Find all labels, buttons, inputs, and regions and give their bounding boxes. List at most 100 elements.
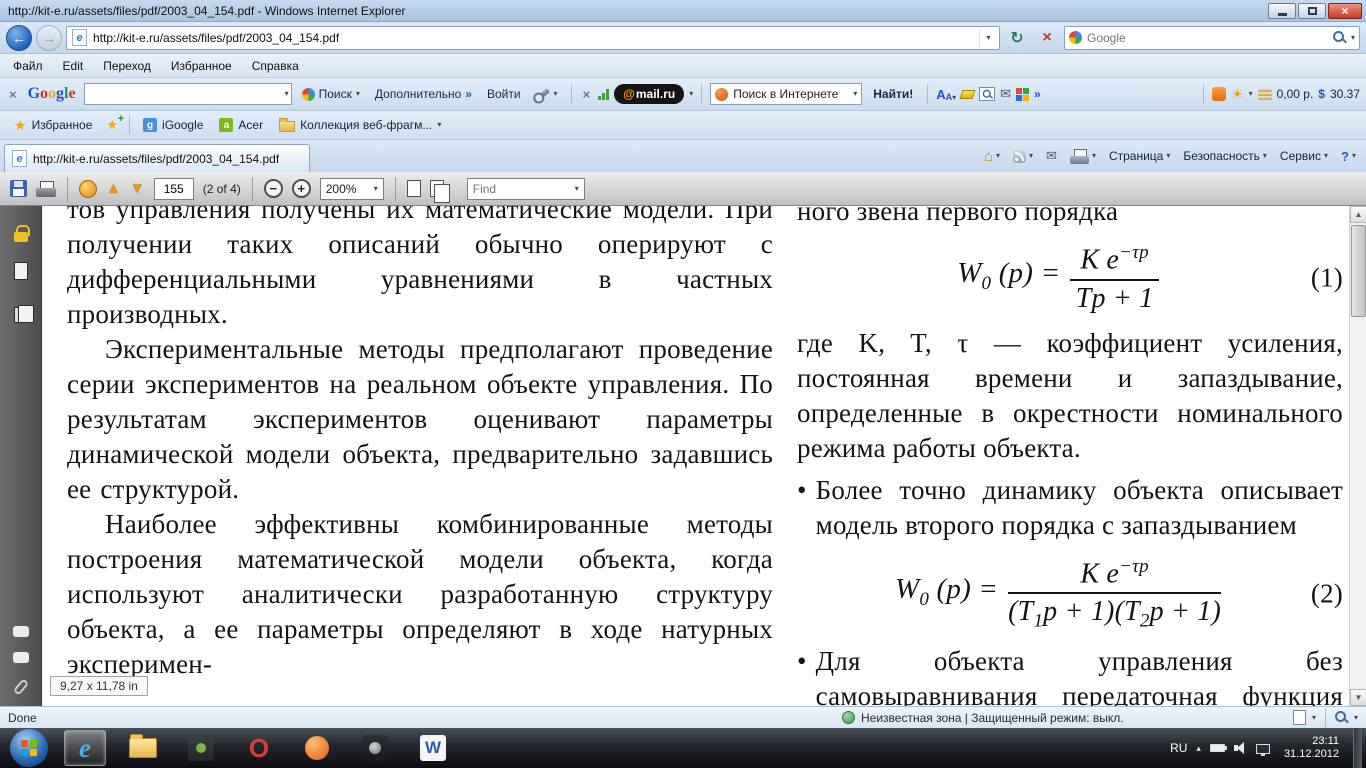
compatibility-view-icon[interactable] (1292, 710, 1306, 725)
chevron-down-icon[interactable]: ▾ (575, 184, 579, 193)
pages-panel-button[interactable] (8, 258, 34, 284)
security-panel-button[interactable] (8, 220, 34, 246)
signal-bars-icon[interactable] (598, 88, 610, 100)
websearch-combo[interactable]: Поиск в Интернете ▾ (710, 83, 863, 105)
continuous-view-icon[interactable] (429, 180, 450, 203)
envelope-icon[interactable]: ✉ (1000, 86, 1011, 102)
adobe-collab-icon[interactable] (79, 179, 97, 198)
search-input[interactable] (1087, 30, 1328, 45)
palette-icon[interactable] (1016, 87, 1030, 101)
read-mail-button[interactable]: ✉ (1040, 145, 1063, 167)
attachments-panel-button[interactable] (8, 674, 34, 700)
vertical-scrollbar[interactable]: ▲ ▼ (1349, 206, 1366, 706)
toolbar-overflow-icon[interactable]: » (1034, 87, 1041, 101)
print-pdf-button[interactable] (36, 180, 56, 197)
favorites-button[interactable]: ★ Избранное (8, 115, 98, 135)
orange-app-icon[interactable] (1212, 87, 1226, 101)
menu-go[interactable]: Переход (94, 56, 160, 76)
exchange-rate-value[interactable]: 30.37 (1330, 87, 1360, 101)
show-desktop-button[interactable] (1353, 728, 1362, 768)
close-panel-icon[interactable]: × (580, 87, 594, 102)
stop-button[interactable]: × (1034, 26, 1060, 50)
back-button[interactable]: ← (6, 24, 32, 51)
taskbar-clock[interactable]: 23:11 31.12.2012 (1279, 735, 1344, 761)
taskbar-explorer[interactable] (122, 730, 164, 766)
google-search-field[interactable]: ▾ (83, 83, 292, 105)
previous-page-button[interactable]: ▲ (106, 181, 121, 196)
refresh-button[interactable]: ↻ (1004, 26, 1030, 50)
zoom-out-button[interactable]: − (263, 179, 283, 198)
font-size-button[interactable]: A A ▾ (936, 87, 956, 102)
find-box[interactable]: ▾ (466, 177, 585, 200)
menu-file[interactable]: Файл (4, 56, 52, 76)
google-more-button[interactable]: Дополнительно » (370, 85, 477, 103)
balance-value[interactable]: 0,00 р. (1277, 87, 1314, 101)
hidden-icons-button[interactable]: ▴ (1196, 743, 1201, 754)
page-zoom-icon[interactable] (1334, 711, 1348, 724)
network-icon[interactable] (1255, 743, 1270, 756)
scroll-down-button[interactable]: ▼ (1350, 689, 1366, 706)
chevron-down-icon[interactable]: ▾ (1312, 713, 1316, 722)
taskbar-app-dark[interactable] (180, 730, 222, 766)
menu-edit[interactable]: Edit (54, 56, 93, 76)
scrollbar-thumb[interactable] (1351, 225, 1366, 317)
taskbar-capture-app[interactable] (354, 730, 396, 766)
close-button[interactable]: × (1328, 2, 1362, 19)
page-menu-button[interactable]: Страница ▾ (1103, 146, 1176, 166)
add-favorite-button[interactable]: ★ (102, 113, 123, 133)
tools-menu-button[interactable]: Сервис ▾ (1274, 146, 1334, 166)
next-page-button[interactable]: ▼ (130, 181, 145, 196)
google-search-button[interactable]: Поиск ▾ (297, 85, 365, 103)
favorite-web-slices[interactable]: Коллекция веб-фрагм... ▾ (273, 115, 447, 135)
help-button[interactable]: ? ▾ (1335, 146, 1362, 167)
google-settings-button[interactable]: ▾ (531, 87, 563, 101)
scroll-up-button[interactable]: ▲ (1350, 206, 1366, 223)
search-dropdown-icon[interactable]: ▾ (1351, 33, 1355, 42)
safety-menu-button[interactable]: Безопасность ▾ (1177, 146, 1273, 166)
single-page-view-icon[interactable] (406, 180, 421, 197)
taskbar-opera[interactable]: O (238, 730, 280, 766)
favorite-igoogle[interactable]: g iGoogle (137, 115, 209, 135)
taskbar-ie[interactable]: e (64, 730, 106, 766)
address-dropdown[interactable]: ▾ (979, 27, 997, 48)
magnifier-box-icon[interactable] (979, 87, 996, 101)
review-panel-button[interactable] (8, 644, 34, 670)
page-number-input[interactable] (154, 178, 193, 199)
minimize-button[interactable] (1268, 2, 1296, 19)
find-button[interactable]: Найти! (867, 85, 919, 103)
address-bar[interactable]: e http://kit-e.ru/assets/files/pdf/2003_… (66, 25, 1000, 50)
google-search-input[interactable] (88, 87, 285, 101)
search-box[interactable]: ▾ (1064, 25, 1360, 50)
highlighter-icon[interactable] (959, 89, 976, 99)
print-button[interactable]: ▾ (1064, 146, 1102, 167)
bookmarks-panel-button[interactable] (8, 302, 34, 328)
save-button[interactable] (10, 180, 27, 197)
taskbar-word[interactable]: W (412, 730, 454, 766)
page-number-field[interactable] (153, 177, 194, 200)
chevron-down-icon[interactable]: ▾ (1354, 713, 1358, 722)
battery-icon[interactable] (1209, 744, 1227, 752)
maximize-button[interactable] (1298, 2, 1326, 19)
google-signin-button[interactable]: Войти (482, 85, 526, 103)
address-url[interactable]: http://kit-e.ru/assets/files/pdf/2003_04… (93, 31, 973, 45)
mailru-button[interactable]: @ mail.ru (614, 84, 685, 104)
favorite-acer[interactable]: a Acer (213, 115, 269, 135)
zoom-in-button[interactable]: + (291, 179, 311, 198)
start-button[interactable] (10, 729, 48, 767)
menu-favorites[interactable]: Избранное (162, 56, 241, 76)
chevron-down-icon[interactable]: ▾ (285, 90, 289, 98)
sun-icon[interactable]: ☀ (1231, 86, 1244, 103)
menu-help[interactable]: Справка (243, 56, 308, 76)
find-input[interactable] (472, 181, 558, 196)
taskbar-media-app[interactable] (296, 730, 338, 766)
forward-button[interactable]: → (36, 24, 62, 51)
language-indicator[interactable]: RU (1170, 741, 1187, 755)
home-button[interactable]: ⌂ ▾ (978, 146, 1006, 167)
zoom-level-select[interactable]: 200% ▾ (319, 177, 384, 200)
chevron-down-icon[interactable]: ▾ (689, 90, 693, 98)
toolbar-close-icon[interactable]: × (6, 87, 20, 102)
comments-panel-button[interactable] (8, 618, 34, 644)
feeds-button[interactable]: ▾ (1007, 147, 1039, 166)
chevron-down-icon[interactable]: ▾ (1249, 90, 1253, 98)
volume-icon[interactable] (1233, 742, 1247, 754)
